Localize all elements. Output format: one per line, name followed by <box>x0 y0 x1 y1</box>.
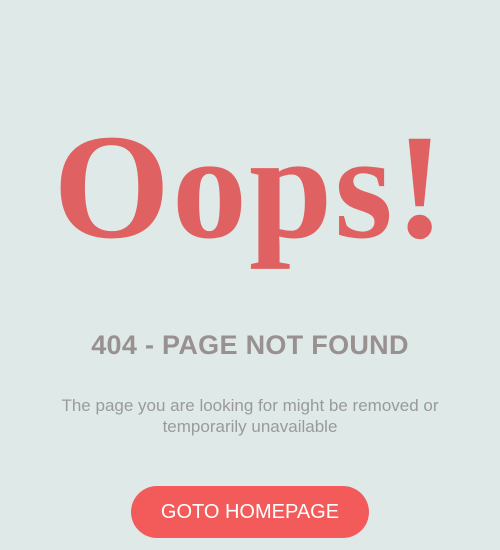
goto-homepage-button[interactable]: GOTO HOMEPAGE <box>131 486 369 538</box>
not-found-page: Oops! 404 - PAGE NOT FOUND The page you … <box>0 0 500 550</box>
oops-headline: Oops! <box>53 104 447 270</box>
error-message: The page you are looking for might be re… <box>61 396 439 436</box>
error-title: 404 - PAGE NOT FOUND <box>91 330 409 360</box>
